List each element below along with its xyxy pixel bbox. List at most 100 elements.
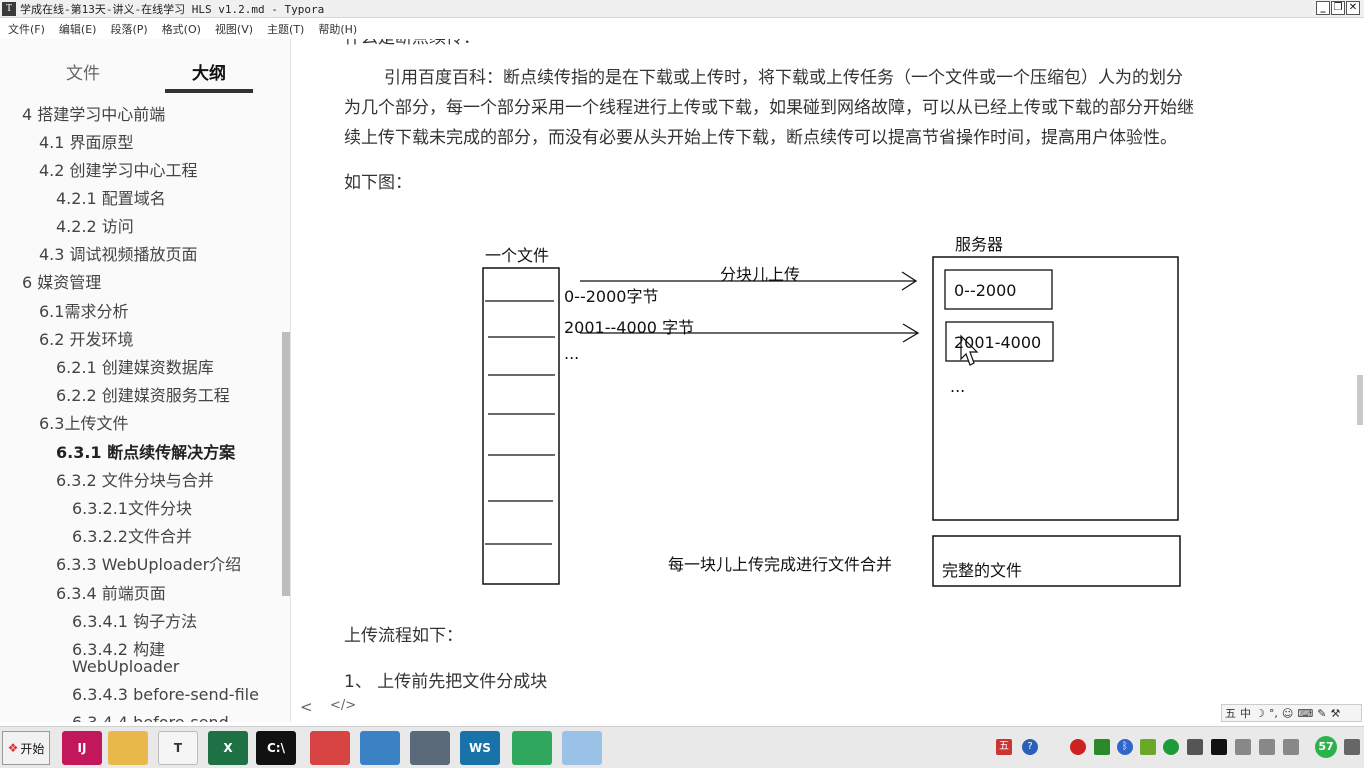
source-mode-icon[interactable]: </> <box>330 698 356 713</box>
typora-app-icon: T <box>2 1 16 16</box>
server-block-2: 2001-4000 <box>954 333 1042 352</box>
taskbar-app-explorer[interactable] <box>108 731 148 765</box>
ime-toolbar: 五 中 ☽ °, ☺ ⌨ ✎ ⚒ <box>1221 704 1362 722</box>
outline-item[interactable]: 4.2.2 访问 <box>56 213 134 237</box>
media-icon[interactable] <box>1211 739 1227 755</box>
taskbar-app-editor[interactable] <box>310 731 350 765</box>
title-bar: T 学成在线-第13天-讲义-在线学习 HLS v1.2.md - Typora… <box>0 0 1364 18</box>
close-button[interactable]: ✕ <box>1346 1 1360 15</box>
minimize-button[interactable]: _ <box>1316 1 1330 15</box>
ime-punct-icon[interactable]: °, <box>1269 707 1278 720</box>
chunk-1-label: 0--2000字节 <box>564 287 659 306</box>
tray-overflow-icon[interactable] <box>1344 739 1360 755</box>
ime-tools-icon[interactable]: ⚒ <box>1330 707 1340 720</box>
outline-item[interactable]: 6.3.2.1文件分块 <box>72 495 192 519</box>
outline-item[interactable]: 6.3.4.1 钩子方法 <box>72 608 197 632</box>
outline-item[interactable]: 6.3上传文件 <box>39 410 128 434</box>
outline-item[interactable]: 6 媒资管理 <box>22 269 101 293</box>
ime-chinese-toggle[interactable]: 中 <box>1240 705 1251 721</box>
windows-logo-icon: ❖ <box>7 741 19 755</box>
taskbar-app-network[interactable] <box>410 731 450 765</box>
outline-item[interactable]: 6.3.4.3 before-send-file <box>72 685 259 704</box>
menu-file[interactable]: 文件(F) <box>8 21 45 37</box>
flow-title: 上传流程如下： <box>344 626 463 646</box>
server-block-1: 0--2000 <box>954 281 1017 300</box>
outline-item[interactable]: 6.3.2 文件分块与合并 <box>56 467 214 491</box>
chunk-ellipsis: ... <box>564 344 580 363</box>
outline-item[interactable]: 4 搭建学习中心前端 <box>22 101 165 125</box>
usb-icon[interactable] <box>1235 739 1251 755</box>
maximize-button[interactable]: ❐ <box>1331 1 1345 15</box>
tab-outline[interactable]: 大纲 <box>192 59 226 84</box>
taskbar-app-turtle[interactable] <box>512 731 552 765</box>
file-label: 一个文件 <box>485 246 550 265</box>
outline-item[interactable]: 6.3.1 断点续传解决方案 <box>56 439 235 463</box>
taskbar-app-excel[interactable]: X <box>208 731 248 765</box>
editor-content[interactable]: 什么是断点续传： 引用百度百科：断点续传指的是在下载或上传时，将下载或上传任务（… <box>292 39 1364 722</box>
menu-bar: 文件(F) 编辑(E) 段落(P) 格式(O) 视图(V) 主题(T) 帮助(H… <box>0 19 1364 39</box>
outline-item[interactable]: 4.3 调试视频播放页面 <box>39 241 198 265</box>
ime-emoji-icon[interactable]: ☺ <box>1282 707 1293 720</box>
step-1: 1、 上传前先把文件分成块 <box>344 672 548 692</box>
complete-file-label: 完整的文件 <box>942 561 1023 580</box>
server-ellipsis: ... <box>950 377 966 396</box>
menu-theme[interactable]: 主题(T) <box>267 21 304 37</box>
taskbar-app-intellij[interactable]: IJ <box>62 731 102 765</box>
menu-format[interactable]: 格式(O) <box>162 21 201 37</box>
outline-item[interactable]: 6.1需求分析 <box>39 298 128 322</box>
outline-item[interactable]: 6.3.3 WebUploader介绍 <box>56 551 241 575</box>
outline-item[interactable]: 6.3.2.2文件合并 <box>72 523 192 547</box>
server-label: 服务器 <box>955 235 1004 254</box>
security-icon[interactable] <box>1070 739 1086 755</box>
window-tray-icon[interactable] <box>1187 739 1203 755</box>
help-icon[interactable]: ? <box>1022 739 1038 755</box>
window-title: 学成在线-第13天-讲义-在线学习 HLS v1.2.md - Typora <box>20 2 325 16</box>
volume-icon[interactable] <box>1283 739 1299 755</box>
ime-keyboard-icon[interactable]: ⌨ <box>1297 707 1313 720</box>
menu-view[interactable]: 视图(V) <box>215 21 253 37</box>
outline-item[interactable]: 6.2 开发环境 <box>39 326 134 350</box>
outline-item[interactable]: 6.2.1 创建媒资数据库 <box>56 354 214 378</box>
back-arrow-icon[interactable]: < <box>300 698 313 716</box>
taskbar-app-chrome[interactable] <box>360 731 400 765</box>
sync-icon[interactable] <box>1163 739 1179 755</box>
chunk-2-label: 2001--4000 字节 <box>564 318 695 337</box>
sidebar-tabs: 文件 大纲 <box>0 39 290 95</box>
network-signal-icon[interactable] <box>1259 739 1275 755</box>
merge-label: 每一块儿上传完成进行文件合并 <box>668 555 893 574</box>
ime-halfwidth-icon[interactable]: ☽ <box>1255 707 1265 720</box>
resume-upload-diagram: 一个文件 服务器 分块儿上传 0--2000字节 2001--4000 字节 .… <box>292 39 1364 722</box>
green-tray-icon[interactable] <box>1094 739 1110 755</box>
nvidia-icon[interactable] <box>1140 739 1156 755</box>
diagram-lines <box>482 256 1181 587</box>
clock-badge[interactable]: 57 <box>1315 736 1337 758</box>
outline-item[interactable]: 4.2 创建学习中心工程 <box>39 157 198 181</box>
window-controls: _ ❐ ✕ <box>1316 1 1360 15</box>
taskbar-app-cmd[interactable]: C:\ <box>256 731 296 765</box>
menu-paragraph[interactable]: 段落(P) <box>110 21 147 37</box>
outline-item[interactable]: 6.3.4.4 before-send <box>72 713 229 722</box>
start-label: 开始 <box>20 741 45 756</box>
outline-item[interactable]: 4.1 界面原型 <box>39 129 134 153</box>
taskbar: ❖ 开始 IJ T X C:\ WS 五 ? ᛒ 57 <box>0 726 1364 768</box>
menu-edit[interactable]: 编辑(E) <box>59 21 97 37</box>
active-tab-indicator <box>165 89 253 93</box>
outline-sidebar: 文件 大纲 4 搭建学习中心前端 4.1 界面原型 4.2 创建学习中心工程 4.2.… <box>0 39 291 722</box>
sidebar-scrollbar[interactable] <box>282 332 290 596</box>
menu-help[interactable]: 帮助(H) <box>318 21 357 37</box>
tab-files[interactable]: 文件 <box>66 59 100 84</box>
arrow-label: 分块儿上传 <box>720 265 801 284</box>
outline-item[interactable]: 4.2.1 配置域名 <box>56 185 166 209</box>
taskbar-app-paint[interactable] <box>562 731 602 765</box>
taskbar-app-webstorm[interactable]: WS <box>460 731 500 765</box>
outline-item[interactable]: 6.3.4 前端页面 <box>56 580 166 604</box>
ime-wubi-icon[interactable]: 五 <box>1225 705 1236 721</box>
content-scrollbar[interactable] <box>1357 375 1363 425</box>
outline-item[interactable]: WebUploader <box>72 657 179 676</box>
ime-tray-icon[interactable]: 五 <box>996 739 1012 755</box>
bluetooth-icon[interactable]: ᛒ <box>1117 739 1133 755</box>
outline-item[interactable]: 6.2.2 创建媒资服务工程 <box>56 382 230 406</box>
start-button[interactable]: ❖ 开始 <box>2 731 50 765</box>
ime-handwrite-icon[interactable]: ✎ <box>1317 707 1326 720</box>
taskbar-app-typora[interactable]: T <box>158 731 198 765</box>
